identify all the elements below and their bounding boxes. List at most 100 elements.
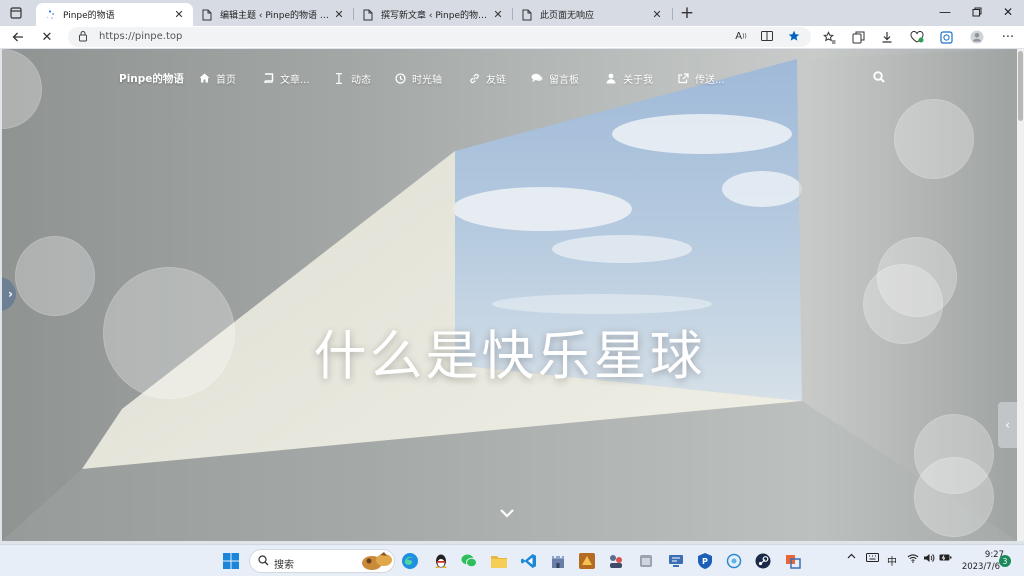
- windows-start-icon[interactable]: [221, 551, 241, 571]
- tab-title: Pinpe的物语: [63, 11, 115, 21]
- browser-toolbar: ✕ https://pinpe.top A)) ···: [0, 26, 1024, 48]
- close-icon[interactable]: ✕: [173, 8, 185, 21]
- steam-icon[interactable]: [753, 551, 773, 571]
- notification-badge[interactable]: 3: [999, 555, 1011, 567]
- app-people-icon[interactable]: [606, 551, 626, 571]
- nav-item-label: 友链: [486, 74, 506, 86]
- scroll-down-chevron-icon[interactable]: [499, 507, 519, 523]
- download-icon[interactable]: [877, 27, 897, 47]
- link-icon: [468, 72, 480, 84]
- nav-item-label: 留言板: [549, 74, 579, 86]
- lock-icon[interactable]: [78, 30, 88, 45]
- stop-loading-icon[interactable]: ✕: [37, 27, 57, 47]
- taskbar-search-box[interactable]: 搜索: [249, 549, 395, 573]
- file-explorer-icon[interactable]: [489, 551, 509, 571]
- search-icon[interactable]: [873, 71, 887, 85]
- browser-essentials-icon[interactable]: [907, 27, 927, 47]
- tab-divider: [672, 8, 673, 20]
- battery-plug-icon[interactable]: [938, 553, 952, 562]
- wechat-icon[interactable]: [459, 551, 479, 571]
- back-arrow-icon[interactable]: [8, 27, 28, 47]
- nav-item-articles[interactable]: 文章...: [262, 71, 310, 86]
- app-network-icon[interactable]: [724, 551, 744, 571]
- tab-title: 编辑主题 ‹ Pinpe的物语 — WordPress: [220, 11, 329, 21]
- nav-item-label: 动态: [351, 74, 371, 86]
- tab-new-post[interactable]: 撰写新文章 ‹ Pinpe的物语 — WordPress ✕: [354, 3, 512, 26]
- right-drawer-toggle-chevron-icon[interactable]: ‹: [998, 402, 1017, 448]
- more-menu-icon[interactable]: ···: [998, 27, 1018, 47]
- nav-item-moments[interactable]: 动态: [333, 71, 371, 86]
- nav-item-home[interactable]: 首页: [198, 71, 236, 86]
- profile-avatar-icon[interactable]: [967, 27, 987, 47]
- ime-indicator[interactable]: 中: [885, 553, 899, 568]
- edge-sidebar-icon[interactable]: [936, 27, 956, 47]
- page-icon: [521, 9, 533, 21]
- app-p-shield-icon[interactable]: P: [695, 551, 715, 571]
- nav-item-label: 关于我: [623, 74, 653, 86]
- close-icon[interactable]: ✕: [492, 8, 504, 21]
- minimize-icon[interactable]: —: [930, 2, 960, 22]
- nav-item-label: 首页: [216, 74, 236, 86]
- search-placeholder: 搜索: [274, 560, 294, 571]
- wifi-icon[interactable]: [906, 553, 920, 563]
- windows-taskbar: 搜索 P 中 9:27 2023/7/6 3: [0, 544, 1024, 576]
- book-icon: [262, 72, 274, 84]
- close-icon[interactable]: ✕: [333, 8, 345, 21]
- nav-item-friends[interactable]: 友链: [468, 71, 506, 86]
- site-nav: Pinpe的物语 首页 文章... 动态 时光轴 友链 留言板 关于我 传送..…: [2, 49, 1017, 107]
- edge-browser-icon[interactable]: [400, 551, 420, 571]
- nav-item-timeline[interactable]: 时光轴: [394, 71, 442, 86]
- search-icon: [258, 555, 269, 569]
- external-link-icon: [677, 72, 689, 84]
- tab-title: 撰写新文章 ‹ Pinpe的物语 — WordPress: [381, 11, 488, 21]
- page-viewport: Pinpe的物语 首页 文章... 动态 时光轴 友链 留言板 关于我 传送..…: [2, 49, 1017, 541]
- remote-desktop-icon[interactable]: [666, 551, 686, 571]
- nav-item-teleport[interactable]: 传送...: [677, 71, 725, 86]
- tray-overflow-chevron-icon[interactable]: [845, 553, 857, 559]
- split-screen-icon[interactable]: [759, 28, 775, 44]
- app-castle-icon[interactable]: [548, 551, 568, 571]
- new-tab-plus-icon[interactable]: +: [677, 3, 697, 23]
- clock-icon: [394, 72, 406, 84]
- keyboard-icon[interactable]: [864, 553, 880, 562]
- tab-edit-theme[interactable]: 编辑主题 ‹ Pinpe的物语 — WordPress ✕: [193, 3, 353, 26]
- hero-title: 什么是快乐星球: [313, 326, 706, 387]
- app-window-icon[interactable]: [636, 551, 656, 571]
- page-scrollbar[interactable]: [1017, 49, 1024, 541]
- address-bar[interactable]: https://pinpe.top: [68, 27, 811, 47]
- system-clock[interactable]: 9:27 2023/7/6: [954, 549, 1004, 573]
- nav-item-about[interactable]: 关于我: [605, 71, 653, 86]
- user-icon: [605, 72, 617, 84]
- nav-item-guestbook[interactable]: 留言板: [531, 71, 579, 86]
- volume-icon[interactable]: [922, 553, 936, 563]
- read-aloud-icon[interactable]: A)): [733, 28, 749, 44]
- home-icon: [198, 72, 210, 84]
- restore-icon[interactable]: [962, 2, 992, 22]
- close-icon[interactable]: ✕: [651, 8, 663, 21]
- tab-strip: Pinpe的物语 ✕ 编辑主题 ‹ Pinpe的物语 — WordPress ✕…: [0, 0, 1024, 26]
- search-highlight-art-icon: [362, 552, 392, 570]
- clock-time: 9:27: [984, 550, 1004, 560]
- tab-pinpe[interactable]: Pinpe的物语 ✕: [36, 3, 193, 26]
- favorites-icon[interactable]: [819, 27, 839, 47]
- app-tools-icon[interactable]: [783, 551, 803, 571]
- app-game-icon[interactable]: [577, 551, 597, 571]
- decorative-bubble: [894, 99, 974, 179]
- site-brand[interactable]: Pinpe的物语: [119, 71, 184, 86]
- page-icon: [362, 9, 374, 21]
- collections-icon[interactable]: [848, 27, 868, 47]
- window-close-icon[interactable]: ✕: [993, 2, 1023, 22]
- vscode-icon[interactable]: [519, 551, 539, 571]
- url-text[interactable]: https://pinpe.top: [99, 31, 182, 42]
- qq-penguin-icon[interactable]: [431, 551, 451, 571]
- favorite-star-icon[interactable]: [786, 28, 802, 44]
- decorative-bubble: [15, 236, 95, 316]
- svg-text:P: P: [702, 557, 708, 566]
- page-icon: [201, 9, 213, 21]
- tab-actions-icon[interactable]: [5, 3, 27, 23]
- tab-not-responding[interactable]: 此页面无响应 ✕: [513, 3, 671, 26]
- nav-item-label: 文章...: [280, 74, 310, 86]
- comments-icon: [531, 72, 543, 84]
- scrollbar-thumb[interactable]: [1018, 51, 1023, 121]
- loading-favicon-icon: [44, 9, 56, 21]
